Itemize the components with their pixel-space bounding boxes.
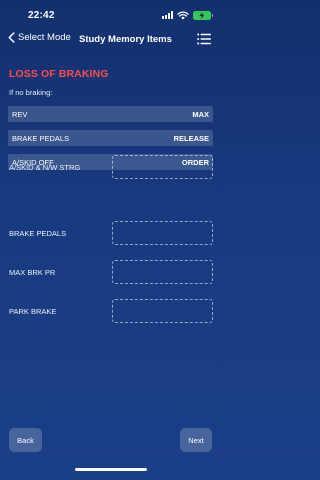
answer-row-label: A/SKID & N/W STRG [9,163,81,172]
memory-item-row: REV MAX [8,106,213,122]
memory-item-label: REV [12,109,28,119]
answer-drop-zone[interactable] [112,221,213,245]
battery-charging-icon [193,10,213,20]
section-intro: If no braking: [9,88,53,97]
navigation-bar: Select Mode Study Memory Items [0,28,221,52]
answer-row: A/SKID & N/W STRG [9,155,213,179]
list-menu-icon[interactable] [197,33,211,45]
page-title: Study Memory Items [79,34,172,45]
status-bar: 22:42 [0,0,221,28]
home-indicator [75,468,147,471]
wifi-icon [177,10,189,19]
status-time: 22:42 [28,10,55,21]
next-button[interactable]: Next [180,428,212,452]
status-icons [162,10,213,20]
back-link-label: Select Mode [18,32,71,43]
section-title: LOSS OF BRAKING [9,68,109,80]
answer-row-label: PARK BRAKE [9,307,57,316]
select-mode-back-link[interactable]: Select Mode [8,32,71,43]
answer-drop-zone[interactable] [112,260,213,284]
chevron-left-icon [8,32,15,43]
answer-row-label: BRAKE PEDALS [9,229,67,238]
back-button[interactable]: Back [9,428,42,452]
cellular-signal-icon [162,11,173,19]
memory-item-value: MAX [192,109,209,119]
memory-item-value: RELEASE [173,133,209,143]
answer-row-label: MAX BRK PR [9,268,56,277]
bottom-bar: Back Next [0,420,221,480]
answer-row: PARK BRAKE [9,299,213,323]
memory-item-row: BRAKE PEDALS RELEASE [8,130,213,146]
memory-item-label: BRAKE PEDALS [12,133,70,143]
answer-row: MAX BRK PR [9,260,213,284]
answer-row: BRAKE PEDALS [9,221,213,245]
answer-drop-zone[interactable] [112,155,213,179]
answer-drop-zone[interactable] [112,299,213,323]
